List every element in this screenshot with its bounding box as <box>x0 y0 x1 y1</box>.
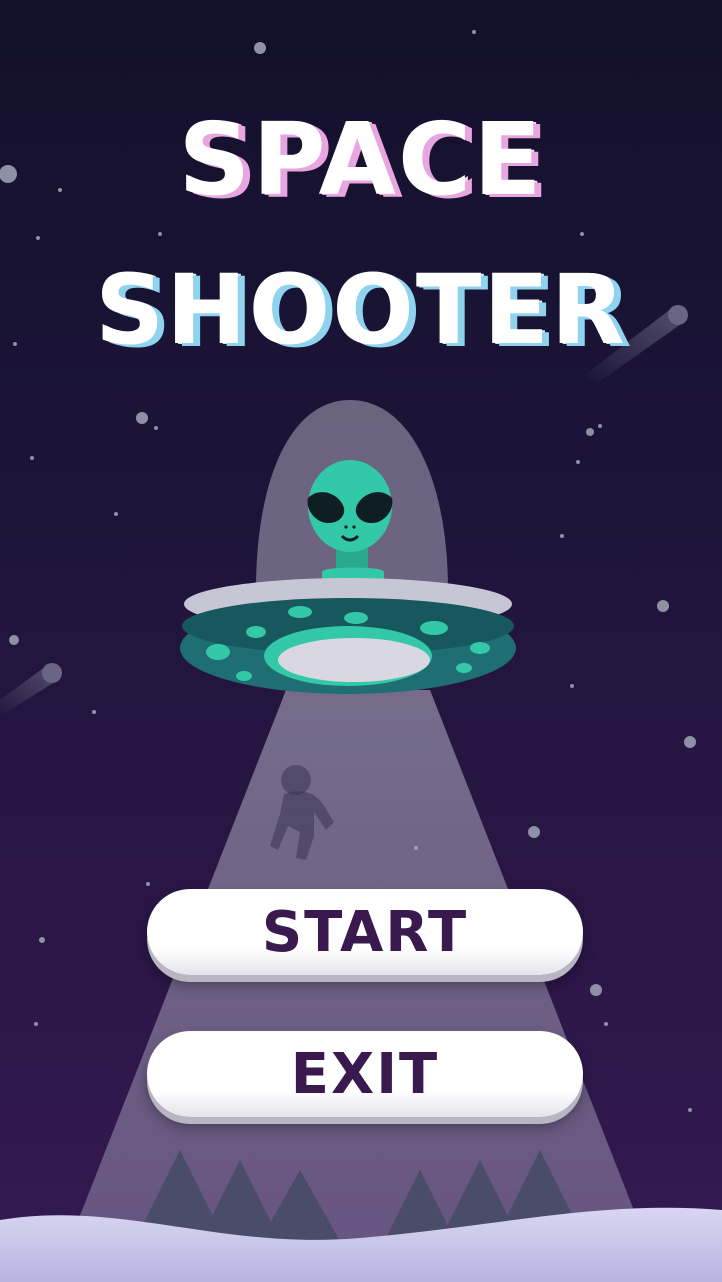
exit-button[interactable]: EXIT <box>147 1031 583 1117</box>
exit-button-label: EXIT <box>290 1041 440 1107</box>
game-main-menu: SPACE SHOOTER START EXIT <box>0 0 722 1282</box>
start-button[interactable]: START <box>147 889 583 975</box>
game-title-line-2: SHOOTER <box>95 254 627 366</box>
start-button-label: START <box>261 899 469 965</box>
game-title-line-1: SPACE <box>178 101 544 218</box>
ufo-icon <box>180 578 516 694</box>
